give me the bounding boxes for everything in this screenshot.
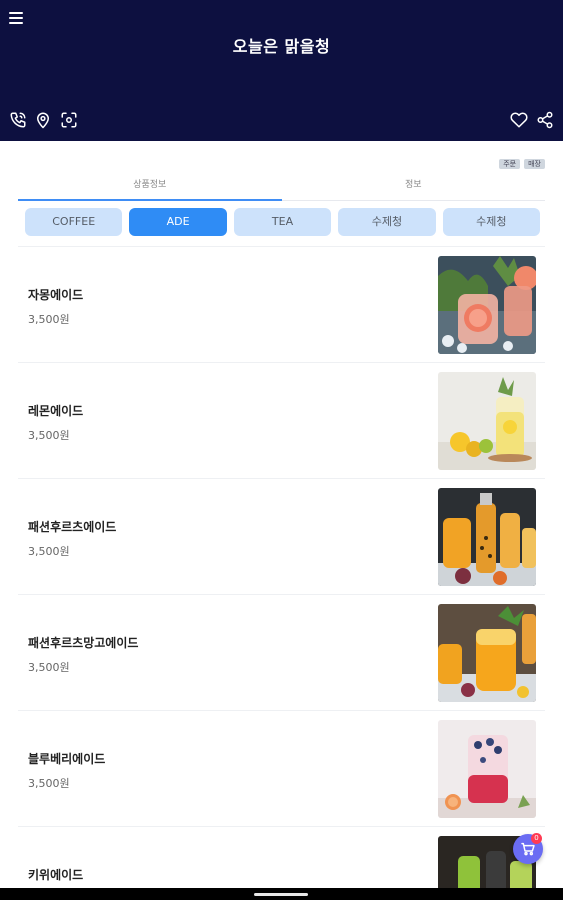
product-price: 3,500원 bbox=[28, 429, 70, 442]
product-row[interactable]: 자몽에이드 3,500원 bbox=[18, 246, 545, 362]
heart-icon[interactable] bbox=[509, 110, 529, 130]
call-icon[interactable] bbox=[8, 110, 28, 130]
product-list: 자몽에이드 3,500원 레몬에이드 3,500원 패션후르츠에이드 3,500… bbox=[18, 246, 545, 900]
scan-icon[interactable] bbox=[59, 110, 79, 130]
product-row[interactable]: 블루베리에이드 3,500원 bbox=[18, 710, 545, 826]
badge-store: 매장 bbox=[524, 159, 545, 169]
product-row[interactable]: 패션후르츠망고에이드 3,500원 bbox=[18, 594, 545, 710]
product-name: 패션후르츠망고에이드 bbox=[28, 636, 139, 650]
tab-product-info[interactable]: 상품정보 bbox=[18, 176, 282, 201]
product-name: 키위에이드 bbox=[28, 868, 84, 882]
system-nav-bar bbox=[0, 888, 563, 900]
home-gesture-handle[interactable] bbox=[254, 893, 308, 896]
category-chip-coffee[interactable]: COFFEE bbox=[25, 208, 123, 236]
product-image-lemon-ade[interactable] bbox=[438, 372, 536, 470]
store-header: 오늘은 맑을청 bbox=[0, 0, 563, 141]
store-title: 오늘은 맑을청 bbox=[232, 37, 331, 56]
product-price: 3,500원 bbox=[28, 777, 70, 790]
category-chips: COFFEE ADE TEA 수제청 수제청 bbox=[25, 208, 541, 236]
product-name: 자몽에이드 bbox=[28, 288, 84, 302]
product-image-passionfruit-ade[interactable] bbox=[438, 488, 536, 586]
app-root: 오늘은 맑을청 주문 매장 상품정보 정보 COFFEE ADE TEA 수제청… bbox=[0, 0, 563, 900]
location-pin-icon[interactable] bbox=[33, 110, 53, 130]
category-chip-syrup-1[interactable]: 수제청 bbox=[338, 208, 436, 236]
product-image-blueberry-ade[interactable] bbox=[438, 720, 536, 818]
content-tabs: 상품정보 정보 bbox=[18, 176, 545, 201]
product-image-passionfruit-mango-ade[interactable] bbox=[438, 604, 536, 702]
cart-count-badge: 0 bbox=[531, 833, 542, 844]
product-price: 3,500원 bbox=[28, 313, 70, 326]
product-price: 3,500원 bbox=[28, 661, 70, 674]
product-price: 3,500원 bbox=[28, 545, 70, 558]
service-badges: 주문 매장 bbox=[499, 159, 545, 169]
badge-order: 주문 bbox=[499, 159, 521, 169]
category-chip-tea[interactable]: TEA bbox=[233, 208, 332, 236]
product-name: 패션후르츠에이드 bbox=[28, 520, 117, 534]
product-row[interactable]: 패션후르츠에이드 3,500원 bbox=[18, 478, 545, 594]
category-chip-syrup-2[interactable]: 수제청 bbox=[442, 208, 541, 236]
menu-icon[interactable] bbox=[9, 12, 23, 24]
share-icon[interactable] bbox=[535, 110, 555, 130]
category-chip-ade[interactable]: ADE bbox=[129, 208, 227, 236]
product-image-grapefruit-ade[interactable] bbox=[438, 256, 536, 354]
product-row[interactable]: 레몬에이드 3,500원 bbox=[18, 362, 545, 478]
tab-info[interactable]: 정보 bbox=[282, 176, 546, 200]
product-name: 레몬에이드 bbox=[28, 404, 84, 418]
product-name: 블루베리에이드 bbox=[28, 752, 106, 766]
